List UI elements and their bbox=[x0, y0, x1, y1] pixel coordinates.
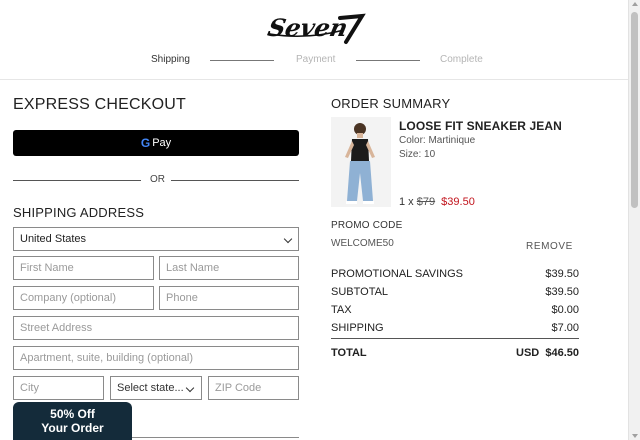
google-g-icon: G bbox=[140, 136, 151, 150]
phone-placeholder: Phone bbox=[166, 292, 198, 304]
phone-input[interactable]: Phone bbox=[159, 286, 299, 310]
original-price: $79 bbox=[416, 196, 436, 208]
google-pay-button[interactable]: G Pay bbox=[13, 130, 299, 156]
total-value: USD $46.50 bbox=[516, 347, 579, 359]
brand-logo[interactable]: Seven bbox=[266, 10, 366, 46]
state-value: Select state... bbox=[117, 382, 184, 394]
scroll-up-arrow-icon[interactable] bbox=[632, 2, 638, 6]
svg-text:Seven: Seven bbox=[266, 13, 351, 42]
checkout-header: Seven Shipping Payment Complete bbox=[0, 0, 628, 80]
product-thumbnail bbox=[331, 117, 391, 207]
step-connector bbox=[210, 60, 274, 61]
shipping-address-title: SHIPPING ADDRESS bbox=[13, 205, 145, 220]
summary-label: SHIPPING bbox=[331, 322, 384, 334]
zip-placeholder: ZIP Code bbox=[215, 382, 262, 394]
scroll-down-arrow-icon[interactable] bbox=[632, 434, 638, 438]
product-quantity: 1 x bbox=[399, 196, 414, 208]
summary-value: $7.00 bbox=[551, 322, 579, 334]
badge-line-1: 50% Off bbox=[50, 407, 95, 421]
express-checkout-title: EXPRESS CHECKOUT bbox=[13, 96, 187, 113]
step-payment: Payment bbox=[296, 54, 336, 65]
city-placeholder: City bbox=[20, 382, 39, 394]
product-name[interactable]: LOOSE FIT SNEAKER JEAN bbox=[399, 119, 562, 133]
divider-line bbox=[171, 180, 299, 181]
summary-value: $0.00 bbox=[551, 304, 579, 316]
promo-code-label: PROMO CODE bbox=[331, 220, 403, 231]
country-select[interactable]: United States bbox=[13, 227, 299, 251]
last-name-placeholder: Last Name bbox=[166, 262, 220, 274]
product-size: Size: 10 bbox=[399, 149, 436, 160]
zip-code-input[interactable]: ZIP Code bbox=[208, 376, 299, 400]
applied-promo-code: WELCOME50 bbox=[331, 238, 394, 249]
country-value: United States bbox=[20, 233, 87, 245]
summary-divider bbox=[331, 338, 579, 339]
step-complete: Complete bbox=[440, 54, 483, 65]
apartment-placeholder: Apartment, suite, building (optional) bbox=[20, 352, 194, 364]
company-placeholder: Company (optional) bbox=[20, 292, 116, 304]
apartment-input[interactable]: Apartment, suite, building (optional) bbox=[13, 346, 299, 370]
step-shipping[interactable]: Shipping bbox=[151, 54, 190, 65]
or-divider: OR bbox=[13, 174, 299, 186]
step-connector bbox=[356, 60, 420, 61]
summary-row-savings: PROMOTIONAL SAVINGS $39.50 bbox=[331, 268, 579, 282]
first-name-placeholder: First Name bbox=[20, 262, 74, 274]
product-image bbox=[331, 117, 391, 207]
scrollbar-thumb[interactable] bbox=[631, 12, 638, 208]
summary-row-total: TOTAL USD $46.50 bbox=[331, 347, 579, 361]
summary-label: SUBTOTAL bbox=[331, 286, 389, 298]
street-placeholder: Street Address bbox=[20, 322, 93, 334]
city-input[interactable]: City bbox=[13, 376, 104, 400]
product-price: 1 x $79 $39.50 bbox=[399, 196, 475, 208]
first-name-input[interactable]: First Name bbox=[13, 256, 154, 280]
summary-row-tax: TAX $0.00 bbox=[331, 304, 579, 318]
last-name-input[interactable]: Last Name bbox=[159, 256, 299, 280]
or-label: OR bbox=[150, 174, 165, 185]
state-select[interactable]: Select state... bbox=[110, 376, 202, 400]
chevron-down-icon bbox=[185, 383, 195, 393]
product-color: Color: Martinique bbox=[399, 135, 476, 146]
summary-value: $39.50 bbox=[545, 268, 579, 280]
checkout-steps: Shipping Payment Complete bbox=[0, 54, 628, 68]
divider-line bbox=[13, 180, 141, 181]
street-address-input[interactable]: Street Address bbox=[13, 316, 299, 340]
remove-promo-button[interactable]: REMOVE bbox=[526, 241, 573, 252]
google-pay-label: Pay bbox=[152, 137, 172, 149]
summary-label: TAX bbox=[331, 304, 352, 316]
sale-price: $39.50 bbox=[441, 196, 475, 208]
summary-label: PROMOTIONAL SAVINGS bbox=[331, 268, 464, 280]
page-scrollbar[interactable] bbox=[628, 0, 640, 440]
total-label: TOTAL bbox=[331, 347, 367, 359]
summary-value: $39.50 bbox=[545, 286, 579, 298]
order-summary-title: ORDER SUMMARY bbox=[331, 96, 451, 111]
discount-popup-badge[interactable]: 50% Off Your Order bbox=[13, 402, 132, 440]
summary-row-shipping: SHIPPING $7.00 bbox=[331, 322, 579, 336]
summary-row-subtotal: SUBTOTAL $39.50 bbox=[331, 286, 579, 300]
chevron-down-icon bbox=[283, 234, 293, 244]
badge-line-2: Your Order bbox=[41, 421, 104, 435]
company-input[interactable]: Company (optional) bbox=[13, 286, 154, 310]
